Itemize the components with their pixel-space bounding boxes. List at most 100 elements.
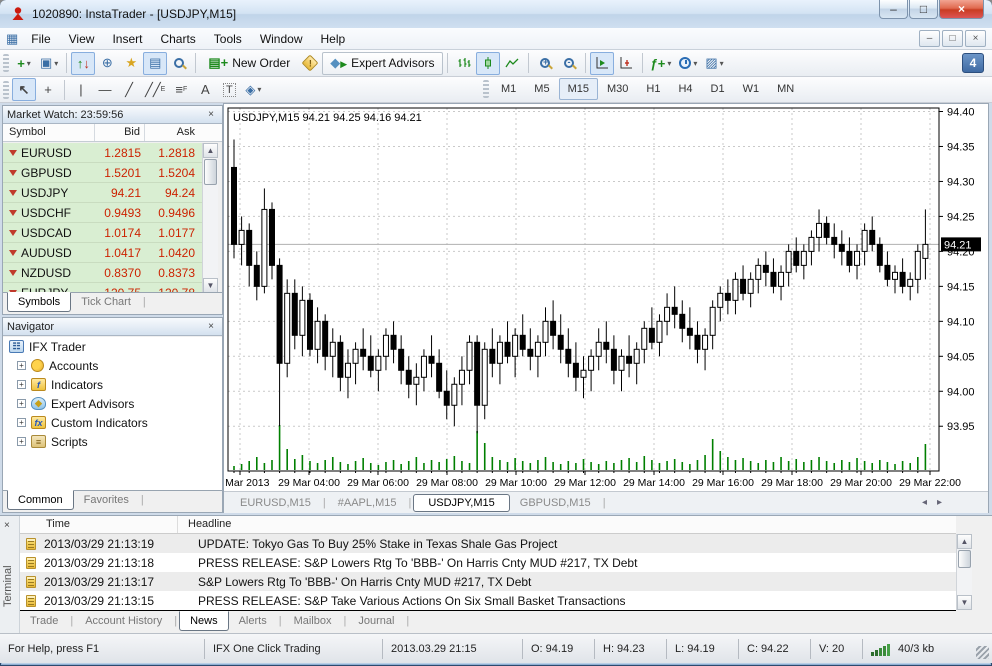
channel-button[interactable]: ╱╱E	[141, 78, 169, 101]
indicators-button[interactable]: ƒ+▾	[647, 52, 676, 75]
expert-advisors-button[interactable]: ◆▶ Expert Advisors	[322, 52, 442, 75]
data-window-toggle[interactable]: ⊕	[95, 52, 119, 75]
expand-icon[interactable]: +	[17, 399, 26, 408]
status-trading-mode[interactable]: IFX One Click Trading	[204, 639, 382, 659]
zoom-in-button[interactable]: +	[533, 52, 557, 75]
menu-window[interactable]: Window	[251, 29, 312, 49]
timeframe-w1[interactable]: W1	[734, 78, 769, 100]
menu-charts[interactable]: Charts	[151, 29, 204, 49]
timeframe-h1[interactable]: H1	[637, 78, 669, 100]
market-watch-header[interactable]: Market Watch: 23:59:56 ×	[3, 106, 222, 124]
terminal-toggle[interactable]: ▤	[143, 52, 167, 75]
navigator-root[interactable]: ☷IFX Trader	[3, 337, 222, 356]
timeframe-d1[interactable]: D1	[702, 78, 734, 100]
zoom-out-button[interactable]: -	[557, 52, 581, 75]
expand-icon[interactable]: +	[17, 361, 26, 370]
notification-badge[interactable]: 4	[962, 53, 984, 73]
vertical-line-button[interactable]: |	[69, 78, 93, 101]
text-label-button[interactable]: T	[217, 78, 241, 101]
bar-chart-button[interactable]	[452, 52, 476, 75]
cursor-button[interactable]: ↖	[12, 78, 36, 101]
timeframe-m5[interactable]: M5	[525, 78, 558, 100]
news-row[interactable]: 2013/03/29 21:13:19UPDATE: Tokyo Gas To …	[20, 534, 956, 553]
navigator-item-expert-advisors[interactable]: +◆Expert Advisors	[3, 394, 222, 413]
horizontal-line-button[interactable]: —	[93, 78, 117, 101]
chart-tab-usdjpy-m15[interactable]: USDJPY,M15	[413, 494, 509, 512]
tab-scroll-right-icon[interactable]: ▸	[937, 497, 942, 508]
toolbar-grip[interactable]	[3, 54, 9, 72]
market-watch-row[interactable]: USDCAD1.01741.0177	[3, 223, 202, 243]
scroll-up-icon[interactable]: ▲	[957, 534, 972, 549]
close-icon[interactable]: ×	[4, 520, 10, 531]
periods-button[interactable]: ▾	[675, 52, 701, 75]
terminal-tab-trade[interactable]: Trade	[20, 612, 68, 630]
timeframe-mn[interactable]: MN	[768, 78, 803, 100]
terminal-scrollbar[interactable]: ▲ ▼	[956, 534, 972, 610]
toolbar-grip[interactable]	[3, 81, 9, 99]
chart-shift-button[interactable]	[614, 52, 638, 75]
tab-favorites[interactable]: Favorites	[74, 491, 139, 509]
scroll-down-icon[interactable]: ▼	[957, 595, 972, 610]
news-row[interactable]: 2013/03/29 21:13:18PRESS RELEASE: S&P Lo…	[20, 553, 956, 572]
toolbar-grip[interactable]	[483, 80, 489, 98]
mdi-minimize-button[interactable]: –	[919, 30, 940, 47]
menu-insert[interactable]: Insert	[103, 29, 151, 49]
market-watch-scrollbar[interactable]: ▲ ▼	[202, 143, 218, 293]
terminal-tab-alerts[interactable]: Alerts	[229, 612, 277, 630]
scroll-thumb[interactable]	[958, 550, 971, 568]
tab-tick-chart[interactable]: Tick Chart	[71, 293, 141, 311]
expand-icon[interactable]: +	[17, 380, 26, 389]
minimize-button[interactable]: –	[879, 0, 908, 19]
menu-file[interactable]: File	[22, 29, 59, 49]
terminal-tab-account-history[interactable]: Account History	[75, 612, 172, 630]
menu-tools[interactable]: Tools	[205, 29, 251, 49]
news-row[interactable]: 2013/03/29 21:13:15PRESS RELEASE: S&P Ta…	[20, 591, 956, 610]
terminal-tab-journal[interactable]: Journal	[348, 612, 404, 630]
chart-tab-gbpusd-m15[interactable]: GBPUSD,M15	[510, 494, 601, 512]
scroll-thumb[interactable]	[204, 159, 217, 185]
text-button[interactable]: A	[193, 78, 217, 101]
close-icon[interactable]: ×	[204, 109, 218, 120]
templates-button[interactable]: ▨▾	[701, 52, 727, 75]
tab-common[interactable]: Common	[7, 490, 74, 510]
fibonacci-button[interactable]: ≡F	[169, 78, 193, 101]
navigator-item-indicators[interactable]: +fIndicators	[3, 375, 222, 394]
candlestick-button[interactable]	[476, 52, 500, 75]
timeframe-m15[interactable]: M15	[559, 78, 598, 100]
close-icon[interactable]: ×	[204, 321, 218, 332]
expand-icon[interactable]: +	[17, 437, 26, 446]
navigator-toggle[interactable]: ★	[119, 52, 143, 75]
market-watch-row[interactable]: NZDUSD0.83700.8373	[3, 263, 202, 283]
price-chart[interactable]: 94.4094.3594.3094.2594.2094.1594.1094.05…	[224, 104, 988, 491]
news-row[interactable]: 2013/03/29 21:13:17S&P Lowers Rtg To 'BB…	[20, 572, 956, 591]
navigator-header[interactable]: Navigator ×	[3, 318, 222, 336]
arrows-tool-button[interactable]: ◈▾	[241, 78, 265, 101]
scroll-up-icon[interactable]: ▲	[203, 143, 218, 158]
close-button[interactable]: ×	[939, 0, 984, 19]
terminal-tab-mailbox[interactable]: Mailbox	[284, 612, 342, 630]
timeframe-h4[interactable]: H4	[669, 78, 701, 100]
expand-icon[interactable]: +	[17, 418, 26, 427]
navigator-item-accounts[interactable]: +Accounts	[3, 356, 222, 375]
title-bar[interactable]: 1020890: InstaTrader - [USDJPY,M15] – □ …	[0, 0, 992, 28]
navigator-item-custom-indicators[interactable]: +fxCustom Indicators	[3, 413, 222, 432]
market-watch-toggle[interactable]: ↑↓	[71, 52, 95, 75]
trendline-button[interactable]: ╱	[117, 78, 141, 101]
new-chart-button[interactable]: +▾	[12, 52, 36, 75]
timeframe-m30[interactable]: M30	[598, 78, 637, 100]
navigator-item-scripts[interactable]: +≡Scripts	[3, 432, 222, 451]
mdi-close-button[interactable]: ×	[965, 30, 986, 47]
alert-diamond-button[interactable]: !	[298, 52, 322, 75]
market-watch-row[interactable]: EURUSD1.28151.2818	[3, 143, 202, 163]
market-watch-row[interactable]: USDJPY94.2194.24	[3, 183, 202, 203]
restore-button[interactable]: □	[909, 0, 938, 19]
resize-grip[interactable]	[976, 646, 989, 659]
market-watch-row[interactable]: GBPUSD1.52011.5204	[3, 163, 202, 183]
profiles-button[interactable]: ▣▾	[36, 52, 62, 75]
timeframe-m1[interactable]: M1	[492, 78, 525, 100]
strategy-tester-button[interactable]	[167, 52, 191, 75]
tab-scroll-left-icon[interactable]: ◂	[922, 497, 927, 508]
line-chart-button[interactable]	[500, 52, 524, 75]
new-order-button[interactable]: ▤+ New Order	[200, 52, 298, 75]
chart-tab-eurusd-m15[interactable]: EURUSD,M15	[230, 494, 321, 512]
